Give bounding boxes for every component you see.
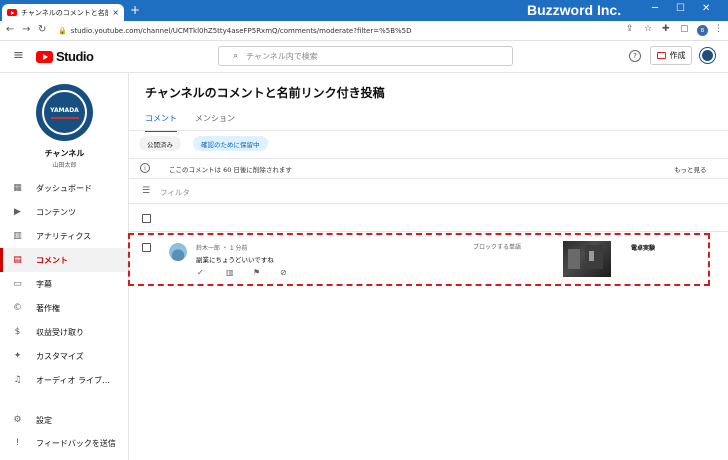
highlight-box xyxy=(128,233,710,286)
sidebar-item-label: オーディオ ライブ… xyxy=(36,375,110,385)
sidebar-item-feedback[interactable]: ! フィードバックを送信 xyxy=(0,431,128,455)
address-bar-url: studio.youtube.com/channel/UCMTkl0hZ5tty… xyxy=(70,27,412,35)
sidebar-item-earn[interactable]: $ 収益受け取り xyxy=(0,320,128,344)
browser-profile-avatar[interactable]: B xyxy=(697,25,708,36)
filter-icon[interactable]: ☰ xyxy=(142,186,150,196)
tab-divider xyxy=(129,130,728,131)
browser-tab[interactable]: チャンネルのコメントと名前リンク付き × xyxy=(2,4,124,21)
create-label: 作成 xyxy=(669,51,686,60)
channel-avatar-bar xyxy=(50,116,79,119)
youtube-logo-icon xyxy=(36,50,53,63)
lock-icon: 🔒 xyxy=(58,27,67,35)
sidebar-item-label: ダッシュボード xyxy=(36,183,92,193)
browser-menu-icon[interactable]: ⋮ xyxy=(714,24,723,34)
active-indicator xyxy=(0,248,3,272)
studio-logo[interactable]: Studio xyxy=(36,49,94,64)
studio-logo-text: Studio xyxy=(56,49,94,64)
tab-title: チャンネルのコメントと名前リンク付き xyxy=(21,8,108,17)
sidebar-item-label: アナリティクス xyxy=(36,231,92,241)
sidebar-item-label: コンテンツ xyxy=(36,207,76,217)
channel-owner: 山田太郎 xyxy=(52,162,77,169)
sidebar-item-label: 収益受け取り xyxy=(36,327,84,337)
page-title: チャンネルのコメントと名前リンク付き投稿 xyxy=(145,86,385,100)
sidebar-item-label: コメント xyxy=(36,255,68,265)
channel-name: チャンネル xyxy=(44,149,85,158)
minimize-icon[interactable]: ─ xyxy=(652,3,658,14)
address-bar[interactable]: 🔒 studio.youtube.com/channel/UCMTkl0hZ5t… xyxy=(58,24,618,38)
select-all-row xyxy=(129,205,728,232)
extensions-icon[interactable]: ✚ xyxy=(662,24,670,34)
sidebar-item-customize[interactable]: ✦ カスタマイズ xyxy=(0,344,128,368)
sidepanel-icon[interactable]: ▢ xyxy=(680,24,689,34)
content-icon: ▶ xyxy=(14,207,21,217)
create-button[interactable]: 作成 xyxy=(650,46,692,65)
comments-icon: ▤ xyxy=(13,255,22,265)
dashboard-icon: ▦ xyxy=(13,183,22,193)
sidebar-item-subtitles[interactable]: ▭ 字幕 xyxy=(0,272,128,296)
earn-icon: $ xyxy=(14,327,21,337)
channel-avatar-text: YAMADA xyxy=(50,106,79,114)
sidebar-item-label: 設定 xyxy=(36,415,52,425)
channel-search-input[interactable]: ⌕ チャンネル内で検索 xyxy=(218,46,513,66)
filter-input[interactable]: フィルタ xyxy=(160,187,190,198)
sidebar-item-dashboard[interactable]: ▦ ダッシュボード xyxy=(0,176,128,200)
customize-icon: ✦ xyxy=(13,351,22,361)
sidebar-item-analytics[interactable]: ▥ アナリティクス xyxy=(0,224,128,248)
reload-icon[interactable]: ↻ xyxy=(38,24,46,35)
account-avatar[interactable] xyxy=(700,48,715,63)
settings-icon: ⚙ xyxy=(13,415,22,425)
info-icon: i xyxy=(140,163,150,173)
sidebar-item-label: カスタマイズ xyxy=(36,351,84,361)
search-icon: ⌕ xyxy=(233,51,239,61)
maximize-icon[interactable]: ☐ xyxy=(676,3,685,14)
tab-close-icon[interactable]: × xyxy=(112,8,119,17)
audio-library-icon: ♫ xyxy=(13,375,22,385)
forward-icon[interactable]: → xyxy=(22,24,30,35)
analytics-icon: ▥ xyxy=(13,231,22,241)
notice-text: ここのコメントは 60 日後に削除されます xyxy=(169,166,292,174)
hamburger-menu-icon[interactable]: ≡ xyxy=(13,48,24,63)
share-icon[interactable]: ⇪ xyxy=(626,24,634,34)
sidebar-item-content[interactable]: ▶ コンテンツ xyxy=(0,200,128,224)
channel-avatar[interactable]: YAMADA xyxy=(36,84,93,141)
chip-published[interactable]: 公開済み xyxy=(139,136,181,151)
copyright-icon: © xyxy=(13,303,22,313)
search-placeholder: チャンネル内で検索 xyxy=(246,51,318,61)
learn-more-link[interactable]: もっと見る xyxy=(674,164,707,174)
window-close-icon[interactable]: ✕ xyxy=(702,3,710,14)
chip-held-for-review[interactable]: 確認のために保留中 xyxy=(193,136,268,151)
sidebar-item-copyright[interactable]: © 著作権 xyxy=(0,296,128,320)
help-icon[interactable]: ? xyxy=(629,50,641,62)
sidebar-item-label: 字幕 xyxy=(36,279,52,289)
back-icon[interactable]: ← xyxy=(6,24,14,35)
filter-bar[interactable] xyxy=(129,180,728,204)
bookmark-star-icon[interactable]: ☆ xyxy=(644,24,652,34)
sidebar-item-settings[interactable]: ⚙ 設定 xyxy=(0,408,128,432)
new-tab-button[interactable]: + xyxy=(130,3,140,17)
sidebar-item-label: 著作権 xyxy=(36,303,60,313)
feedback-icon: ! xyxy=(15,438,20,448)
sidebar-item-audio-library[interactable]: ♫ オーディオ ライブ… xyxy=(0,368,128,392)
subtitles-icon: ▭ xyxy=(13,279,22,289)
sidebar-item-label: フィードバックを送信 xyxy=(36,438,116,448)
youtube-favicon-icon xyxy=(7,9,17,16)
select-all-checkbox[interactable] xyxy=(142,214,151,223)
sidebar-item-comments[interactable]: ▤ コメント xyxy=(0,248,128,272)
brand-watermark: Buzzword Inc. xyxy=(527,2,622,18)
video-camera-icon xyxy=(656,52,666,59)
